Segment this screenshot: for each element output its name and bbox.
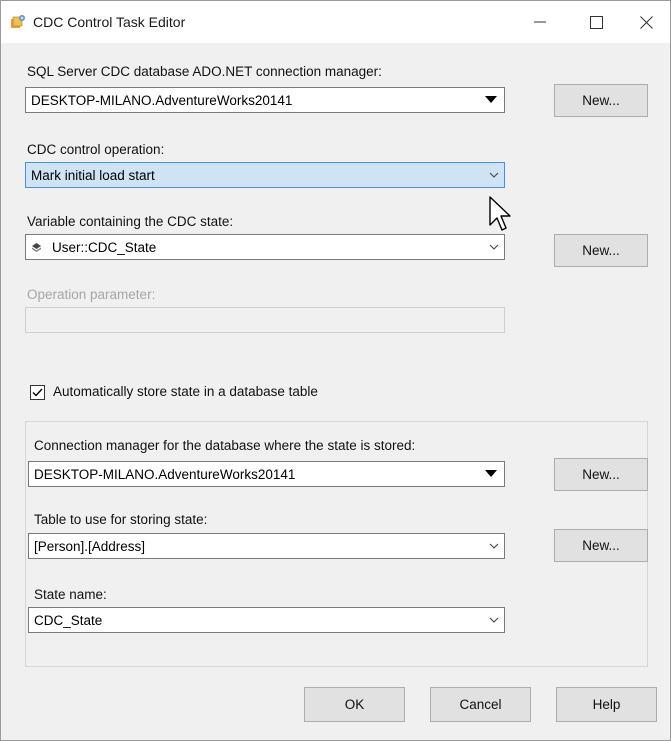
dialog-window: CDC Control Task Editor SQL Server CDC d… [0, 0, 671, 741]
parameter-label: Operation parameter: [27, 287, 156, 302]
close-button[interactable] [623, 7, 669, 37]
dropdown-arrow-icon [478, 88, 504, 112]
parameter-input [25, 307, 505, 333]
close-icon [639, 15, 653, 29]
connection-value: DESKTOP-MILANO.AdventureWorks20141 [31, 92, 293, 108]
connection-select[interactable]: DESKTOP-MILANO.AdventureWorks20141 [25, 87, 505, 113]
state-connection-select[interactable]: DESKTOP-MILANO.AdventureWorks20141 [28, 461, 505, 487]
state-name-select[interactable]: CDC_State [28, 607, 505, 633]
state-name-label: State name: [34, 587, 107, 602]
state-connection-value: DESKTOP-MILANO.AdventureWorks20141 [34, 466, 296, 482]
chevron-down-icon [484, 617, 504, 623]
chevron-down-icon [484, 244, 504, 250]
variable-new-button[interactable]: New... [554, 234, 648, 267]
auto-store-checkbox[interactable] [30, 385, 45, 400]
chevron-down-icon [484, 172, 504, 178]
ok-button[interactable]: OK [304, 687, 405, 722]
chevron-down-icon [484, 543, 504, 549]
state-table-label: Table to use for storing state: [34, 512, 208, 527]
variable-icon [26, 242, 47, 253]
state-table-value: [Person].[Address] [34, 538, 146, 554]
cdc-task-icon [11, 15, 25, 28]
state-connection-label: Connection manager for the database wher… [34, 438, 416, 453]
checkmark-icon [32, 388, 43, 397]
maximize-icon [589, 15, 603, 29]
variable-label: Variable containing the CDC state: [27, 214, 234, 229]
minimize-button[interactable] [517, 7, 563, 37]
operation-label: CDC control operation: [27, 142, 165, 157]
state-name-value: CDC_State [34, 612, 103, 628]
connection-new-button[interactable]: New... [554, 84, 648, 117]
state-table-new-button[interactable]: New... [554, 529, 648, 562]
state-table-select[interactable]: [Person].[Address] [28, 533, 505, 559]
cancel-button[interactable]: Cancel [430, 687, 531, 722]
operation-value: Mark initial load start [31, 167, 155, 183]
title-bar: CDC Control Task Editor [1, 1, 670, 43]
connection-label: SQL Server CDC database ADO.NET connecti… [27, 64, 382, 79]
dropdown-arrow-icon [478, 462, 504, 486]
state-connection-new-button[interactable]: New... [554, 458, 648, 491]
mouse-cursor-icon [489, 196, 511, 231]
variable-value: User::CDC_State [52, 239, 157, 255]
variable-select[interactable]: User::CDC_State [25, 234, 505, 260]
operation-select[interactable]: Mark initial load start [25, 162, 505, 188]
minimize-icon [534, 21, 546, 23]
auto-store-label[interactable]: Automatically store state in a database … [53, 384, 318, 399]
window-title: CDC Control Task Editor [33, 14, 186, 30]
maximize-button[interactable] [573, 7, 619, 37]
help-button[interactable]: Help [556, 687, 657, 722]
